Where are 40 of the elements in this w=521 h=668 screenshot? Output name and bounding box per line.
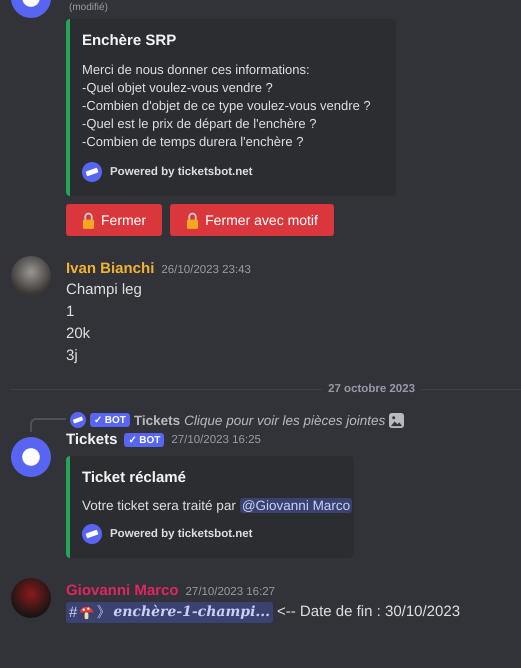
user-mention[interactable]: @Giovanni Marco: [240, 498, 352, 513]
close-button[interactable]: Fermer: [66, 204, 162, 236]
close-button[interactable]: Fermer avec motif: [170, 204, 334, 236]
image-icon: [389, 412, 404, 428]
bot-badge: ✓ BOT: [90, 413, 130, 427]
embed-text-line: -Quel objet voulez-vous vendre ?: [82, 79, 274, 97]
embed-text-line: -Combien de temps durera l'enchère ?: [82, 133, 304, 151]
message-text: 20k: [66, 324, 92, 344]
bot-badge: ✓ BOT: [124, 432, 164, 446]
edited-label: (modifié): [69, 2, 109, 14]
embed-text-line: -Quel est le prix de départ de l'enchère ?: [82, 115, 318, 133]
embed-title: Enchère SRP: [82, 32, 178, 49]
ticket-logo-icon: [70, 412, 86, 428]
author-name[interactable]: Ivan Bianchi: [66, 260, 154, 277]
author-name[interactable]: Tickets: [66, 431, 118, 448]
timestamp: 27/10/2023 16:25: [171, 434, 261, 446]
channel-mention[interactable]: # 》enchère-1-champi...: [66, 602, 274, 622]
reply-author[interactable]: Tickets: [134, 412, 180, 428]
lock-icon: [186, 212, 200, 228]
message-text: Champi leg: [66, 280, 143, 300]
user-avatar[interactable]: [11, 256, 51, 296]
embed-text-line: -Combien d'objet de ce type voulez-vous vendre ?: [82, 97, 372, 115]
bot-avatar[interactable]: [11, 437, 51, 477]
timestamp: 27/10/2023 16:27: [186, 586, 276, 598]
date-divider: 27 octobre 2023: [328, 383, 415, 395]
embed-text-line: Merci de nous donner ces informations:: [82, 61, 311, 79]
lock-icon: [82, 212, 95, 228]
mushroom-icon: [79, 604, 94, 620]
message-text: 3j: [66, 346, 79, 366]
ticket-logo-icon: [82, 162, 102, 182]
embed-footer: Powered by ticketsbot.net: [110, 166, 253, 178]
message-text: 1: [66, 302, 76, 322]
embed-footer: Powered by ticketsbot.net: [110, 528, 253, 540]
embed-title: Ticket réclamé: [82, 469, 187, 486]
ticket-logo-icon: [82, 524, 102, 544]
timestamp: 26/10/2023 23:43: [161, 264, 251, 276]
reply-connector: [30, 418, 66, 432]
message-text: <-- Date de fin : 30/10/2023: [277, 602, 460, 622]
embed-text: Votre ticket sera traité par: [82, 498, 236, 513]
reply-preview[interactable]: Clique pour voir les pièces jointes: [184, 412, 386, 428]
